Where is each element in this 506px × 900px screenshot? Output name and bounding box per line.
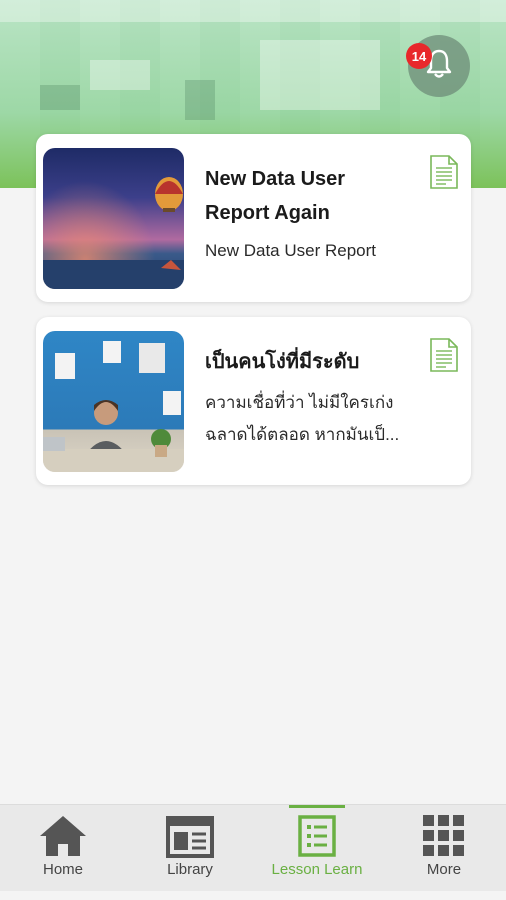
lesson-icon [297,813,337,859]
tab-library[interactable]: Library [127,805,253,891]
active-tab-indicator [289,805,345,808]
library-icon [166,813,214,859]
card-subtitle: New Data User Report [205,241,377,260]
card-title: New Data User Report Again [205,168,346,224]
notification-button[interactable]: 14 [406,35,470,97]
home-icon [38,813,88,859]
tab-lesson-learn[interactable]: Lesson Learn [254,805,380,891]
tab-home[interactable]: Home [0,805,126,891]
tab-label: Lesson Learn [271,861,363,878]
lesson-card[interactable]: New Data User Report Again New Data User… [36,134,471,302]
tab-label: More [426,861,462,878]
tab-label: Home [42,861,83,878]
lesson-card[interactable]: เป็นคนโง่ที่มีระดับ ความเชื่อที่ว่า ไม่ม… [36,317,471,485]
sunset-balloon-image [43,148,184,289]
tab-label: Library [167,861,213,878]
bottom-tab-bar: Home Library Lesson Learn More [0,804,506,891]
notification-badge: 14 [406,43,432,69]
document-icon[interactable] [429,154,459,195]
card-title: เป็นคนโง่ที่มีระดับ [205,351,360,373]
stressed-man-image [43,331,184,472]
tab-more[interactable]: More [381,805,506,891]
document-icon[interactable] [429,337,459,378]
grid-icon [422,813,466,859]
card-subtitle: ความเชื่อที่ว่า ไม่มีใครเก่ง ฉลาดได้ตลอด… [205,393,400,444]
